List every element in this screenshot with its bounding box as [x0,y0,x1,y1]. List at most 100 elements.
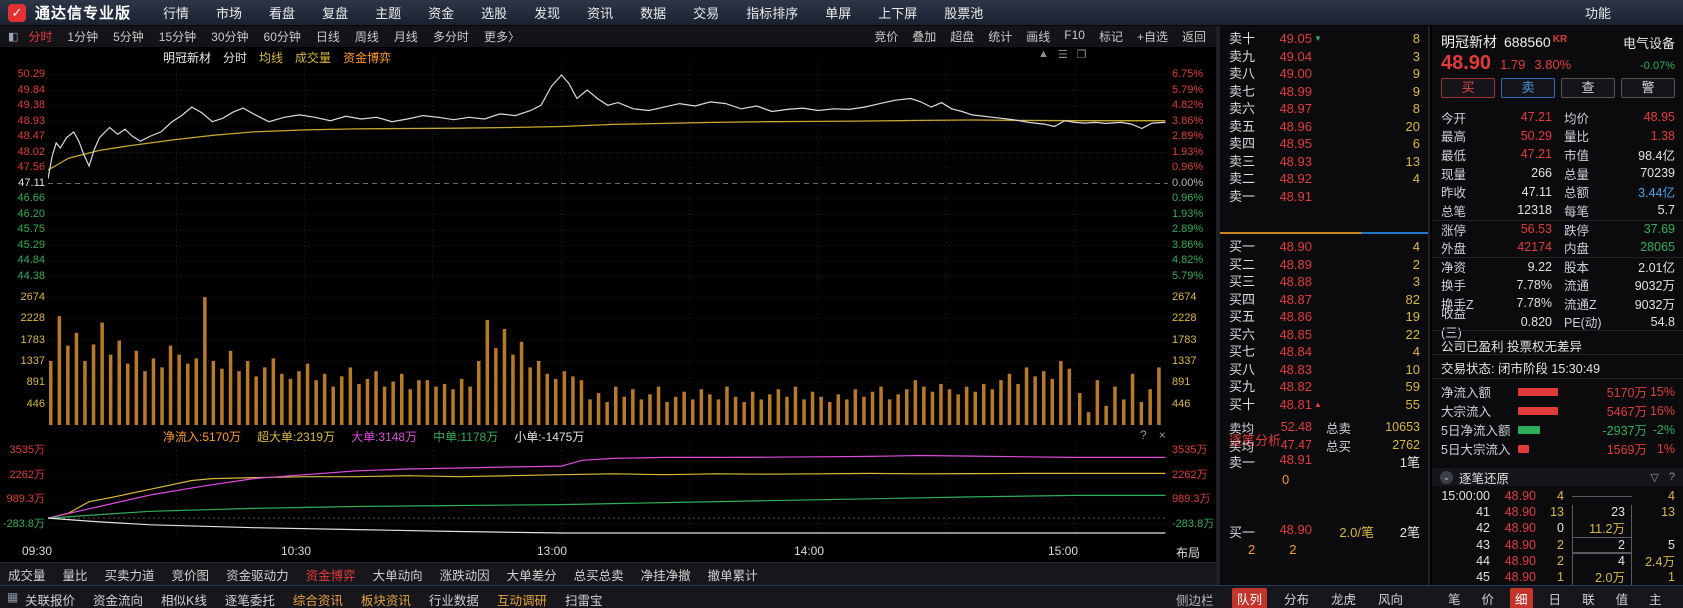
indicator-tab-撤单累计[interactable]: 撤单累计 [708,565,758,584]
menu-item-市场[interactable]: 市场 [216,3,242,22]
info-tab-笔[interactable]: 笔 [1443,588,1466,608]
indicator-tab-大单动向[interactable]: 大单动向 [373,565,423,584]
buy-queue-row[interactable]: 买七 48.84 4 [1220,343,1428,361]
menu-item-单屏[interactable]: 单屏 [825,3,851,22]
period-tab-1分钟[interactable]: 1分钟 [67,28,98,45]
indicator-tab-净挂净撤[interactable]: 净挂净撤 [641,565,691,584]
menu-item-资金[interactable]: 资金 [428,3,454,22]
period-tab-分时[interactable]: 分时 [28,28,52,45]
indicator-tab-竞价图[interactable]: 竞价图 [172,565,210,584]
menu-item-选股[interactable]: 选股 [481,3,507,22]
tick-restore-row[interactable]: 41 48.90 13 23 13 [1432,504,1683,520]
menu-item-行情[interactable]: 行情 [163,3,189,22]
buy-queue-row[interactable]: 买四 48.87 82 [1220,291,1428,309]
bottom-tab-相似K线[interactable]: 相似K线 [161,590,207,608]
menu-item-function[interactable]: 功能 [1585,3,1611,22]
period-tab-60分钟[interactable]: 60分钟 [264,28,301,45]
menu-item-看盘[interactable]: 看盘 [269,3,295,22]
buy-queue-row[interactable]: 买九 48.82 59 [1220,378,1428,396]
bottom-tab-扫雷宝[interactable]: 扫雷宝 [565,590,603,608]
chevron-down-icon[interactable]: ⌄ [1440,470,1453,484]
bottom-tab-综合资讯[interactable]: 综合资讯 [293,590,343,608]
menu-item-复盘[interactable]: 复盘 [322,3,348,22]
sidebar-toggle[interactable]: 侧边栏 [1176,590,1214,608]
period-tab-日线[interactable]: 日线 [316,28,340,45]
buy-queue-row[interactable]: 买一 48.90 4 [1220,238,1428,256]
indicator-tab-涨跌动因[interactable]: 涨跌动因 [440,565,490,584]
tick-restore-row[interactable]: 45 48.90 1 2.0万 1 [1432,567,1683,588]
action-button-查[interactable]: 查 [1561,78,1615,98]
queue-tab-队列[interactable]: 队列 [1232,588,1268,608]
indicator-tab-大单差分[interactable]: 大单差分 [507,565,557,584]
sell-button[interactable]: 卖 [1501,78,1555,98]
layout-button[interactable]: 布局 [1176,544,1200,561]
indicator-tab-资金驱动力[interactable]: 资金驱动力 [226,565,289,584]
buy-queue-row[interactable]: 买八 48.83 10 [1220,361,1428,379]
tick-sell-row[interactable]: 卖一 48.91 1笔 [1220,452,1428,471]
close-icon[interactable]: × [1159,428,1166,442]
info-tab-值[interactable]: 值 [1611,588,1634,608]
help-icon[interactable]: ? [1140,428,1147,442]
menu-item-数据[interactable]: 数据 [640,3,666,22]
period-tab-多分时[interactable]: 多分时 [433,28,469,45]
info-tab-细[interactable]: 细 [1510,588,1533,608]
period-tab-月线[interactable]: 月线 [394,28,418,45]
info-tab-价[interactable]: 价 [1477,588,1500,608]
period-tab-5分钟[interactable]: 5分钟 [113,28,144,45]
tick-restore-row[interactable]: 44 48.90 2 4 2.4万 [1432,553,1683,569]
buy-queue-row[interactable]: 买三 48.88 3 [1220,273,1428,291]
info-tab-筹[interactable]: 筹 [1678,588,1683,608]
buy-queue-row[interactable]: 买六 48.85 22 [1220,326,1428,344]
multi-window-icon[interactable]: ❐ [1077,48,1087,61]
tick-buy-row[interactable]: 买一 48.90 2.0/笔 2笔 [1220,522,1428,541]
queue-tab-龙虎[interactable]: 龙虎 [1326,588,1361,608]
bottom-tab-行业数据[interactable]: 行业数据 [429,590,479,608]
sell-queue-row[interactable]: 卖三 48.93 13 [1220,153,1428,171]
indicator-tab-总买总卖[interactable]: 总买总卖 [574,565,624,584]
period-tab-30分钟[interactable]: 30分钟 [211,28,248,45]
queue-tab-分布[interactable]: 分布 [1279,588,1314,608]
sell-queue-row[interactable]: 卖一 48.91 [1220,188,1428,206]
bottom-tab-资金流向[interactable]: 资金流向 [93,590,143,608]
help-icon[interactable]: ? [1669,471,1675,484]
buy-queue-row[interactable]: 买二 48.89 2 [1220,256,1428,274]
buy-button[interactable]: 买 [1441,78,1495,98]
action-button-警[interactable]: 警 [1621,78,1675,98]
layout-icon[interactable]: ◧ [8,30,18,43]
period-tab-15分钟[interactable]: 15分钟 [159,28,196,45]
bottom-tab-逐笔委托[interactable]: 逐笔委托 [225,590,275,608]
bottom-tab-关联报价[interactable]: 关联报价 [25,590,75,608]
menu-item-资讯[interactable]: 资讯 [587,3,613,22]
info-tab-日[interactable]: 日 [1544,588,1567,608]
queue-tab-风向[interactable]: 风向 [1373,588,1408,608]
filter-icon[interactable]: ▽ [1650,471,1658,484]
collapse-icon[interactable]: ▲ [1038,48,1049,61]
tick-restore-row[interactable]: 43 48.90 2 2 5 [1432,536,1683,553]
buy-queue-row[interactable]: 买十 48.81 ▲ 55 [1220,396,1428,414]
bottom-tab-互动调研[interactable]: 互动调研 [497,590,547,608]
info-tab-主[interactable]: 主 [1644,588,1667,608]
info-tab-联[interactable]: 联 [1577,588,1600,608]
toolbar-action-超盘[interactable]: 超盘 [950,28,974,45]
sell-queue-row[interactable]: 卖五 48.96 20 [1220,118,1428,136]
tick-restore-row[interactable]: 15:00:00 48.90 4 4 [1432,488,1683,504]
menu-item-上下屏[interactable]: 上下屏 [878,3,917,22]
sell-queue-row[interactable]: 卖七 48.99 9 [1220,83,1428,101]
toolbar-action-竞价[interactable]: 竞价 [874,28,898,45]
tick-buy-sub[interactable]: 22 [1220,542,1428,557]
toolbar-action-+自选[interactable]: +自选 [1137,28,1168,45]
menu-item-交易[interactable]: 交易 [693,3,719,22]
toolbar-action-统计[interactable]: 统计 [988,28,1012,45]
indicator-tab-成交量[interactable]: 成交量 [8,565,46,584]
sell-queue-row[interactable]: 卖九 49.04 3 [1220,48,1428,66]
tick-sell-sub[interactable]: 0 [1220,472,1428,487]
industry-label[interactable]: 电气设备 [1623,33,1683,52]
sell-queue-row[interactable]: 卖二 48.92 4 [1220,170,1428,188]
toolbar-action-返回[interactable]: 返回 [1182,28,1206,45]
indicator-tab-量比[interactable]: 量比 [63,565,88,584]
menu-icon[interactable]: ☰ [1058,48,1068,61]
toolbar-action-F10[interactable]: F10 [1064,28,1085,45]
period-tab-周线[interactable]: 周线 [355,28,379,45]
sell-queue-row[interactable]: 卖六 48.97 8 [1220,100,1428,118]
bottom-tab-板块资讯[interactable]: 板块资讯 [361,590,411,608]
